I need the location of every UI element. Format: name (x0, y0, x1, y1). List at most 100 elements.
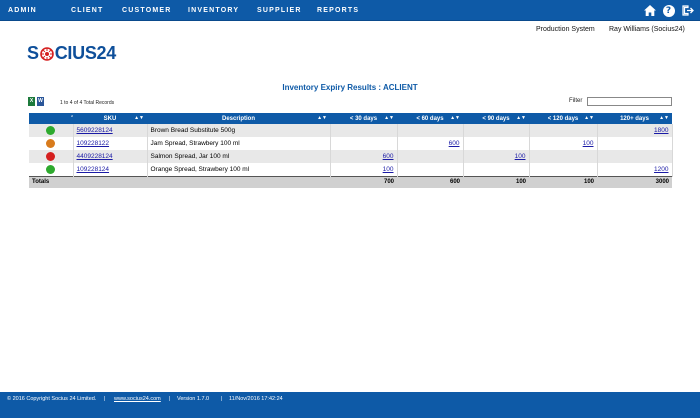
d120p-cell (597, 137, 673, 150)
status-green-icon (46, 164, 56, 174)
status-green-icon (46, 126, 56, 135)
col-sku[interactable]: SKU ▲▼ (73, 113, 147, 124)
d60-cell: 600 (397, 137, 464, 150)
inventory-expiry-table: ^ SKU▲▼ Description▲▼ < 30 days▲▼ < 60 d… (29, 113, 673, 188)
d60-cell (397, 124, 464, 137)
d30-cell: 600 (330, 150, 398, 163)
system-name: Production System (536, 26, 595, 33)
user-name[interactable]: Ray Williams (Socius24) (609, 26, 685, 33)
sort-icon[interactable]: ▲▼ (384, 113, 394, 124)
total-d120: 100 (529, 175, 597, 188)
footer-divider: | (169, 396, 171, 402)
filter-label: Filter (569, 98, 583, 104)
d90-cell (463, 163, 530, 176)
description-cell: Orange Spread, Strawbery 100 ml (147, 163, 331, 176)
sku-cell: 109228124 (73, 163, 148, 176)
nav-reports[interactable]: REPORTS (317, 0, 359, 21)
total-d30: 700 (330, 175, 397, 188)
sku-cell: 5609228124 (73, 124, 148, 137)
description-cell: Brown Bread Substitute 500g (147, 124, 331, 137)
socius24-logo: S CIUS24 (27, 42, 116, 63)
nav-inventory[interactable]: INVENTORY (188, 0, 239, 21)
qty-link[interactable]: 100 (515, 153, 526, 160)
total-d90: 100 (463, 175, 529, 188)
qty-link[interactable]: 600 (383, 153, 394, 160)
col-120-days[interactable]: < 120 days ▲▼ (529, 113, 597, 124)
status-cell (29, 150, 74, 163)
table-row: 109228122 Jam Spread, Strawbery 100 ml 6… (29, 137, 673, 150)
sku-link[interactable]: 109228124 (77, 166, 110, 173)
d120-cell (529, 163, 598, 176)
d90-cell (463, 124, 530, 137)
status-cell (29, 124, 74, 137)
footer-divider: | (104, 396, 106, 402)
d60-cell (397, 163, 464, 176)
table-row: 5609228124 Brown Bread Substitute 500g 1… (29, 124, 673, 137)
home-icon[interactable] (643, 4, 656, 17)
footer-version: Version 1.7.0 (177, 396, 210, 402)
sku-link[interactable]: 109228122 (77, 140, 110, 147)
d120-cell (529, 124, 598, 137)
d120p-cell: 1800 (597, 124, 673, 137)
col-120-plus-days[interactable]: 120+ days ▲▼ (597, 113, 672, 124)
total-d120p: 3000 (597, 175, 672, 188)
qty-link[interactable]: 100 (383, 166, 394, 173)
nav-customer[interactable]: CUSTOMER (122, 0, 172, 21)
nav-icon-group: ? (643, 3, 694, 18)
d120-cell: 100 (529, 137, 598, 150)
status-red-icon (46, 152, 56, 161)
footer: © 2016 Copyright Socius 24 Limited. | ww… (0, 392, 700, 418)
sort-icon[interactable]: ▲▼ (450, 113, 460, 124)
col-description[interactable]: Description ▲▼ (147, 113, 330, 124)
top-nav: ADMIN CLIENT CUSTOMER INVENTORY SUPPLIER… (0, 0, 700, 21)
table-row: 4409228124 Salmon Spread, Jar 100 ml 600… (29, 150, 673, 163)
help-icon[interactable]: ? (662, 4, 675, 17)
d30-cell: 100 (330, 163, 398, 176)
footer-divider: | (221, 396, 223, 402)
footer-datetime: 11/Nov/2016 17:42:24 (229, 396, 283, 402)
nav-client[interactable]: CLIENT (71, 0, 103, 21)
sku-cell: 4409228124 (73, 150, 148, 163)
d120p-cell: 1200 (597, 163, 673, 176)
qty-link[interactable]: 1800 (654, 127, 668, 134)
description-cell: Jam Spread, Strawbery 100 ml (147, 137, 331, 150)
sku-link[interactable]: 4409228124 (77, 153, 113, 160)
col-status[interactable]: ^ (29, 113, 73, 124)
word-export-icon[interactable]: W (37, 97, 44, 106)
nav-supplier[interactable]: SUPPLIER (257, 0, 302, 21)
sort-icon[interactable]: ▲▼ (317, 113, 327, 124)
d60-cell (397, 150, 464, 163)
filter-input[interactable] (587, 97, 672, 106)
col-60-days[interactable]: < 60 days ▲▼ (397, 113, 463, 124)
d90-cell: 100 (463, 150, 530, 163)
logout-icon[interactable] (681, 4, 694, 17)
logo-mark-icon (39, 47, 54, 61)
qty-link[interactable]: 1200 (654, 166, 668, 173)
description-cell: Salmon Spread, Jar 100 ml (147, 150, 331, 163)
status-cell (29, 137, 74, 150)
status-orange-icon (46, 139, 56, 148)
sku-cell: 109228122 (73, 137, 148, 150)
d90-cell (463, 137, 530, 150)
totals-row: Totals 700 600 100 100 3000 (29, 175, 672, 188)
page-title: Inventory Expiry Results : ACLIENT (282, 83, 418, 92)
sku-link[interactable]: 5609228124 (77, 127, 113, 134)
footer-website-link[interactable]: www.socius24.com (114, 396, 161, 402)
nav-admin[interactable]: ADMIN (8, 0, 37, 21)
excel-export-icon[interactable]: X (28, 97, 35, 106)
export-icons: X W (28, 97, 44, 106)
col-90-days[interactable]: < 90 days ▲▼ (463, 113, 529, 124)
col-30-days[interactable]: < 30 days ▲▼ (330, 113, 397, 124)
qty-link[interactable]: 100 (583, 140, 594, 147)
sort-icon[interactable]: ▲▼ (659, 113, 669, 124)
d120-cell (529, 150, 598, 163)
d30-cell (330, 124, 398, 137)
sort-icon[interactable]: ▲▼ (516, 113, 526, 124)
table-row: 109228124 Orange Spread, Strawbery 100 m… (29, 163, 673, 176)
d30-cell (330, 137, 398, 150)
sort-icon[interactable]: ▲▼ (134, 113, 144, 124)
footer-copyright: © 2016 Copyright Socius 24 Limited. (7, 396, 97, 402)
totals-label: Totals (29, 175, 330, 188)
sort-icon[interactable]: ▲▼ (584, 113, 594, 124)
qty-link[interactable]: 600 (449, 140, 460, 147)
